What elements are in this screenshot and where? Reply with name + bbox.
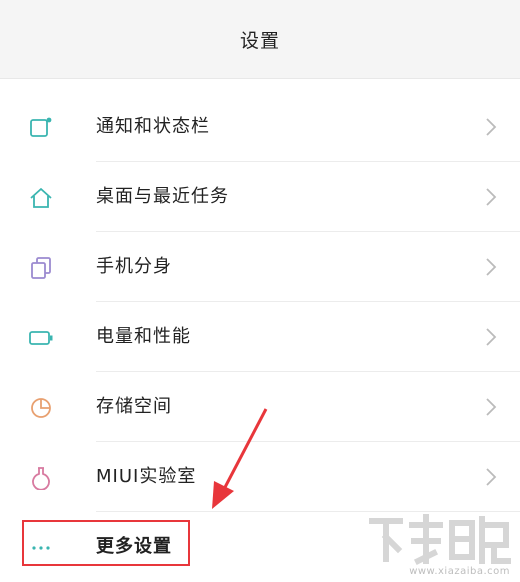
settings-item-label: MIUI实验室 [96,466,197,487]
home-icon [30,188,52,208]
flask-icon [32,467,50,490]
chevron-right-icon [486,258,497,276]
settings-item-label: 桌面与最近任务 [96,186,229,207]
settings-item-label: 手机分身 [96,256,172,277]
watermark-text: www.xiazaiba.com [409,566,510,577]
settings-item-battery[interactable]: 电量和性能 [0,302,520,372]
chevron-right-icon [486,188,497,206]
chevron-right-icon [486,398,497,416]
settings-item-dual-apps[interactable]: 手机分身 [0,232,520,302]
chevron-right-icon [486,328,497,346]
annotation-arrow-icon [212,408,268,509]
notification-icon [30,117,52,137]
settings-item-label: 存储空间 [96,396,172,417]
settings-item-notification[interactable]: 通知和状态栏 [0,92,520,162]
battery-icon [29,331,53,345]
chevron-right-icon [486,468,497,486]
settings-item-home[interactable]: 桌面与最近任务 [0,162,520,232]
settings-item-label: 通知和状态栏 [96,116,210,137]
highlight-box [22,520,190,566]
chevron-right-icon [486,118,497,136]
dual-copy-icon [31,257,51,279]
storage-pie-icon [31,398,51,418]
page-title: 设置 [239,29,280,52]
settings-item-label: 电量和性能 [96,326,191,347]
top-spacer [0,79,520,93]
header: 设置 [0,0,520,79]
